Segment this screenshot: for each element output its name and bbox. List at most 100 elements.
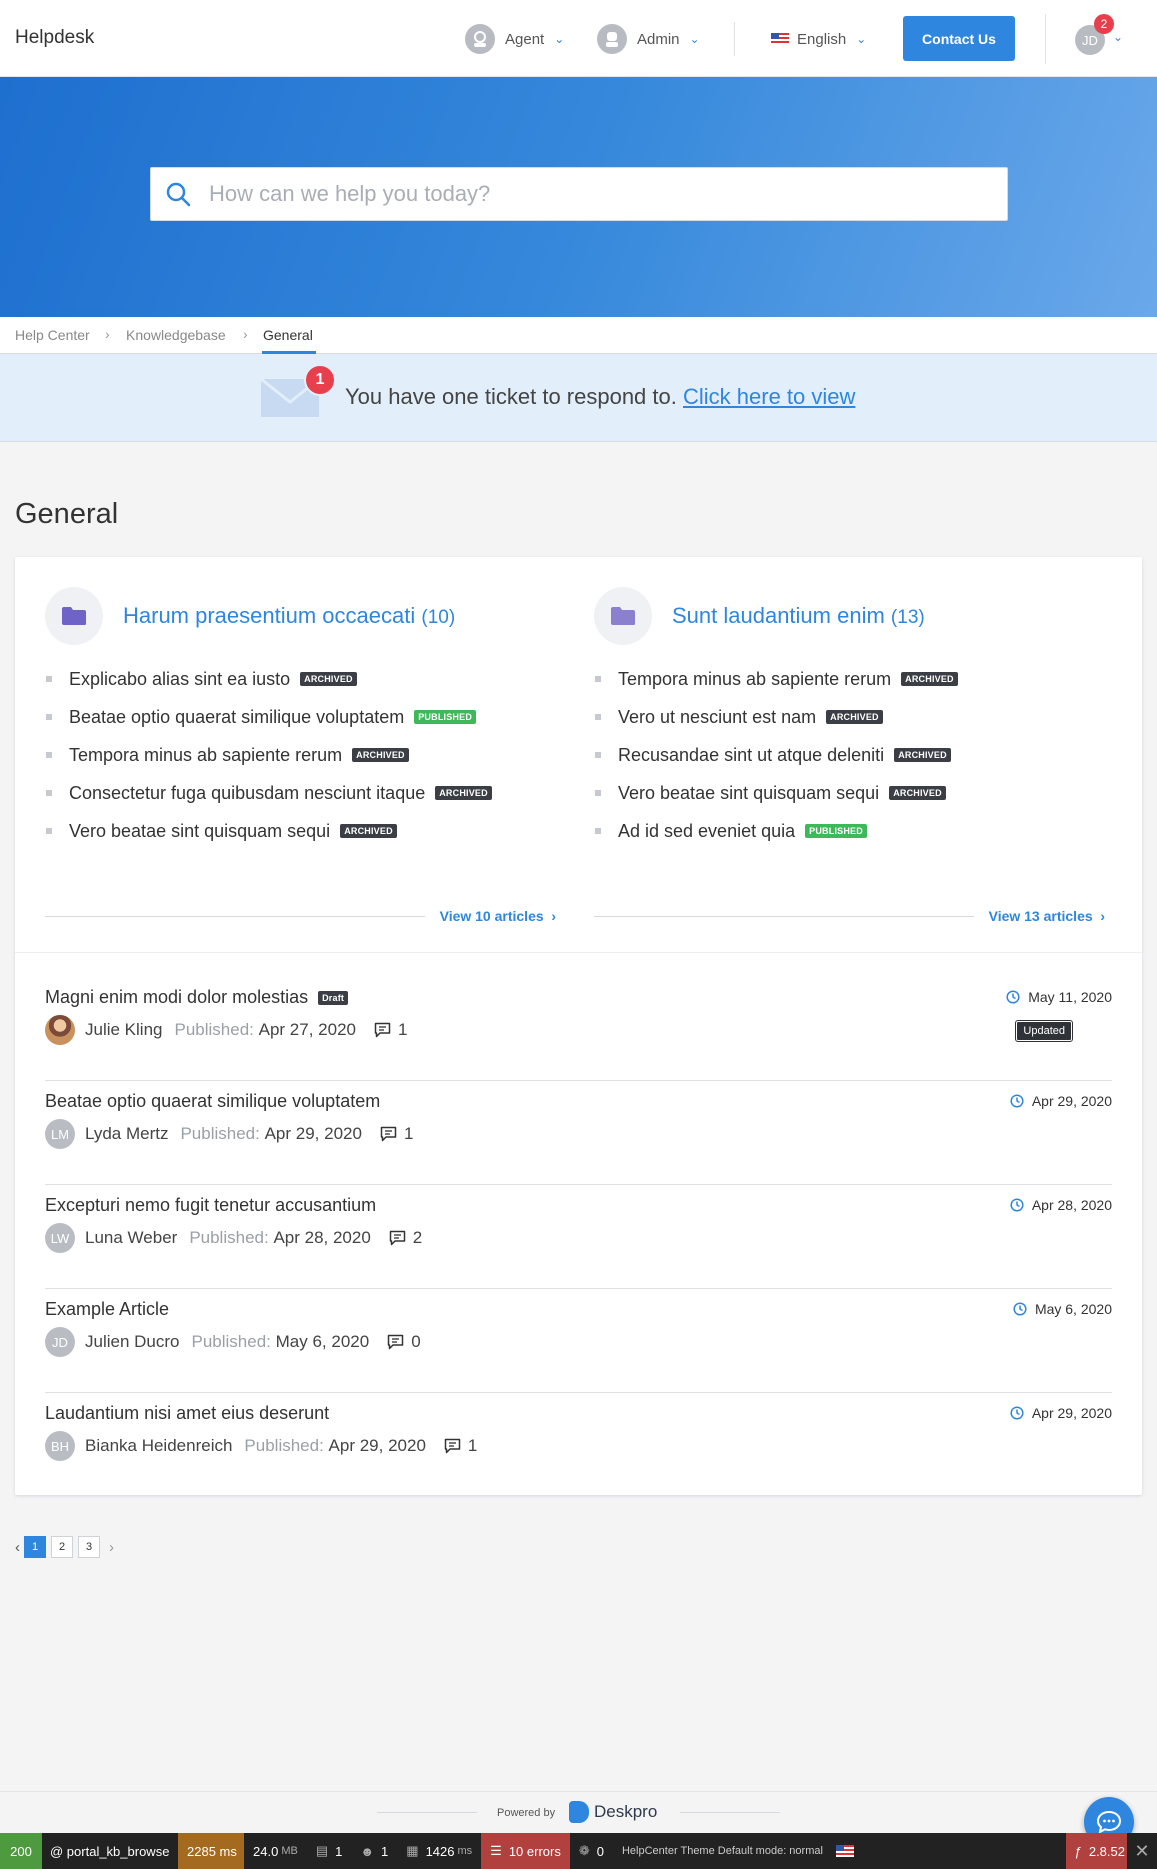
render-time[interactable]: ▦ 1426 ms [397, 1833, 481, 1869]
user-panel[interactable]: ☻ 1 [351, 1833, 397, 1869]
clock-icon [1006, 990, 1020, 1004]
deskpro-logo[interactable]: Deskpro [569, 1801, 657, 1823]
breadcrumb-general[interactable]: General [263, 327, 313, 343]
article-link[interactable]: Vero beatae sint quisquam sequi [69, 821, 330, 842]
list-item[interactable]: Beatae optio quaerat similique voluptate… [45, 698, 560, 736]
render-unit: ms [457, 1845, 473, 1857]
comment-icon [387, 1334, 404, 1350]
agent-menu[interactable]: Agent ⌄ [465, 24, 564, 54]
status-badge: ARCHIVED [826, 710, 883, 724]
article-link[interactable]: Tempora minus ab sapiente rerum [618, 669, 891, 690]
article-link[interactable]: Recusandae sint ut atque deleniti [618, 745, 884, 766]
category-title[interactable]: Sunt laudantium enim (13) [672, 603, 925, 629]
article-link[interactable]: Explicabo alias sint ea iusto [69, 669, 290, 690]
view-ticket-link[interactable]: Click here to view [683, 384, 855, 409]
article-link[interactable]: Vero ut nesciunt est nam [618, 707, 816, 728]
article-link[interactable]: Vero beatae sint quisquam sequi [618, 783, 879, 804]
breadcrumb-help-center[interactable]: Help Center [15, 327, 90, 343]
breadcrumb-knowledgebase[interactable]: Knowledgebase [126, 327, 226, 343]
chevron-down-icon[interactable]: ⌄ [1113, 30, 1123, 44]
divider [594, 916, 974, 917]
list-item[interactable]: Ad id sed eveniet quia PUBLISHED [594, 812, 1109, 850]
list-item[interactable]: Vero ut nesciunt est nam ARCHIVED [594, 698, 1109, 736]
notice-message: You have one ticket to respond to. Click… [345, 384, 855, 410]
view-articles-link[interactable]: View 10 articles › [429, 908, 560, 924]
deskpro-icon [569, 1801, 589, 1823]
memory-value: 24.0 [253, 1843, 279, 1859]
route-name[interactable]: @ portal_kb_browse [42, 1833, 178, 1869]
memory-usage[interactable]: 24.0 MB [244, 1833, 307, 1869]
us-flag-icon [771, 33, 789, 45]
list-item[interactable]: Recusandae sint ut atque deleniti ARCHIVE… [594, 736, 1109, 774]
article-link[interactable]: Ad id sed eveniet quia [618, 821, 795, 842]
view-articles-link[interactable]: View 13 articles › [978, 908, 1109, 924]
comment-count-value: 1 [467, 1436, 478, 1455]
table-row: Excepturi nemo fugit tenetur accusantium… [45, 1185, 1112, 1289]
comment-icon [389, 1230, 406, 1246]
published-label: Published: [180, 1124, 260, 1143]
admin-menu[interactable]: Admin ⌄ [597, 24, 700, 54]
status-badge: ARCHIVED [435, 786, 492, 800]
article-title[interactable]: Magni enim modi dolor molestias Draft [45, 987, 349, 1008]
category-count: (13) [890, 607, 925, 628]
divider [377, 1812, 477, 1813]
article-link[interactable]: Consectetur fuga quibusdam nesciunt itaq… [69, 783, 425, 804]
chevron-right-icon[interactable]: › [109, 1539, 114, 1556]
article-meta: JD Julien Ducro Published: May 6, 2020 0 [45, 1327, 421, 1357]
article-link[interactable]: Tempora minus ab sapiente rerum [69, 745, 342, 766]
bullet [595, 714, 601, 720]
status-code[interactable]: 200 [0, 1833, 42, 1869]
layout-icon: ▦ [406, 1843, 419, 1858]
article-title[interactable]: Excepturi nemo fugit tenetur accusantium [45, 1195, 376, 1216]
category-title-text: Harum praesentium occaecati [123, 603, 416, 628]
article-title[interactable]: Beatae optio quaerat similique voluptate… [45, 1091, 380, 1112]
request-time[interactable]: 2285 ms [178, 1833, 244, 1869]
memory-unit: MB [281, 1845, 298, 1857]
page-button-3[interactable]: 3 [78, 1536, 100, 1558]
theme-info[interactable]: HelpCenter Theme Default mode: normal [613, 1833, 832, 1869]
article-title-text: Magni enim modi dolor molestias [45, 987, 309, 1007]
chevron-down-icon: ⌄ [856, 32, 867, 46]
comment-count: 1 [444, 1436, 477, 1456]
category-title[interactable]: Harum praesentium occaecati (10) [123, 603, 455, 629]
list-item[interactable]: Consectetur fuga quibusdam nesciunt itaq… [45, 774, 560, 812]
errors-panel[interactable]: ☰ 10 errors [481, 1833, 570, 1869]
status-badge: ARCHIVED [340, 824, 397, 838]
search-bar[interactable] [150, 167, 1008, 221]
article-link[interactable]: Beatae optio quaerat similique voluptate… [69, 707, 404, 728]
list-item[interactable]: Tempora minus ab sapiente rerum ARCHIVED [45, 736, 560, 774]
article-title-text: Laudantium nisi amet eius deserunt [45, 1403, 330, 1423]
list-item[interactable]: Vero beatae sint quisquam sequi ARCHIVED [594, 774, 1109, 812]
comment-count: 1 [374, 1020, 407, 1040]
page-button-1[interactable]: 1 [24, 1536, 46, 1558]
clock-icon [1010, 1406, 1024, 1420]
comment-icon [374, 1022, 391, 1038]
search-input[interactable] [209, 181, 969, 207]
page-button-2[interactable]: 2 [51, 1536, 73, 1558]
flag-panel[interactable] [832, 1833, 858, 1869]
symfony-version[interactable]: ƒ 2.8.52 [1065, 1833, 1127, 1869]
events-panel[interactable]: ❁ 0 [570, 1833, 613, 1869]
contact-us-button[interactable]: Contact Us [903, 16, 1015, 61]
footer: Powered by Deskpro [0, 1791, 1157, 1833]
list-item[interactable]: Tempora minus ab sapiente rerum ARCHIVED [594, 660, 1109, 698]
list-item[interactable]: Explicabo alias sint ea iusto ARCHIVED [45, 660, 560, 698]
table-row: Laudantium nisi amet eius deserunt BH Bi… [45, 1393, 1112, 1497]
updated-date: May 11, 2020 [1006, 989, 1112, 1005]
published-date: Apr 28, 2020 [273, 1228, 371, 1247]
brand-title[interactable]: Helpdesk [15, 27, 94, 49]
language-menu[interactable]: English ⌄ [771, 24, 866, 54]
article-title[interactable]: Example Article [45, 1299, 169, 1320]
close-icon[interactable]: ✕ [1127, 1833, 1157, 1869]
user-count: 1 [381, 1843, 389, 1859]
updated-date: Apr 28, 2020 [1010, 1197, 1112, 1213]
forms-panel[interactable]: ▤ 1 [307, 1833, 352, 1869]
list-item[interactable]: Vero beatae sint quisquam sequi ARCHIVED [45, 812, 560, 850]
article-title-text: Excepturi nemo fugit tenetur accusantium [45, 1195, 377, 1215]
article-title[interactable]: Laudantium nisi amet eius deserunt [45, 1403, 329, 1424]
table-row: Example Article JD Julien Ducro Publishe… [45, 1289, 1112, 1393]
published-label: Published: [174, 1020, 254, 1039]
chevron-left-icon[interactable]: ‹ [15, 1539, 20, 1556]
admin-icon [597, 24, 627, 54]
folder-icon [45, 587, 103, 645]
